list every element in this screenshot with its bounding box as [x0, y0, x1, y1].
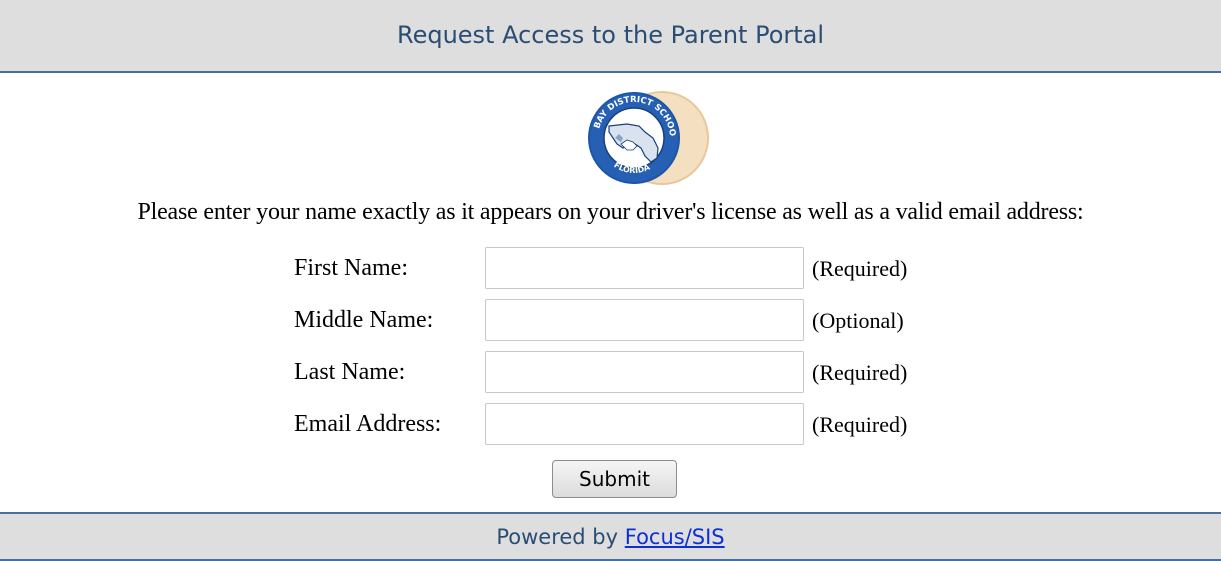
- last-name-required-note: (Required): [812, 360, 908, 385]
- middle-name-row: Middle Name: (Optional): [0, 299, 1221, 343]
- middle-name-label: Middle Name:: [294, 307, 434, 333]
- email-input[interactable]: [485, 403, 804, 445]
- email-label: Email Address:: [294, 411, 442, 437]
- middle-name-optional-note: (Optional): [812, 308, 904, 333]
- instructions-text: Please enter your name exactly as it app…: [137, 199, 1084, 225]
- first-name-input[interactable]: [485, 247, 804, 289]
- first-name-required-note: (Required): [812, 256, 908, 281]
- footer-text: Powered by Focus/SIS: [496, 525, 724, 549]
- focus-sis-link[interactable]: Focus/SIS: [625, 525, 725, 549]
- last-name-input[interactable]: [485, 351, 804, 393]
- submit-button[interactable]: Submit: [552, 460, 677, 498]
- page-footer: Powered by Focus/SIS: [0, 512, 1221, 561]
- last-name-row: Last Name: (Required): [0, 351, 1221, 395]
- bay-district-schools-seal-icon: BAY DISTRICT SCHOOLS FLORIDA: [517, 86, 709, 185]
- middle-name-input[interactable]: [485, 299, 804, 341]
- page-header: Request Access to the Parent Portal: [0, 0, 1221, 73]
- page-title: Request Access to the Parent Portal: [396, 21, 825, 49]
- first-name-row: First Name: (Required): [0, 247, 1221, 291]
- first-name-label: First Name:: [294, 255, 408, 281]
- district-logo: BAY DISTRICT SCHOOLS FLORIDA: [517, 86, 709, 190]
- footer-prefix: Powered by: [496, 524, 625, 549]
- email-required-note: (Required): [812, 412, 908, 437]
- email-row: Email Address: (Required): [0, 403, 1221, 447]
- parent-portal-request-page: Request Access to the Parent Portal BAY …: [0, 0, 1221, 561]
- last-name-label: Last Name:: [294, 359, 406, 385]
